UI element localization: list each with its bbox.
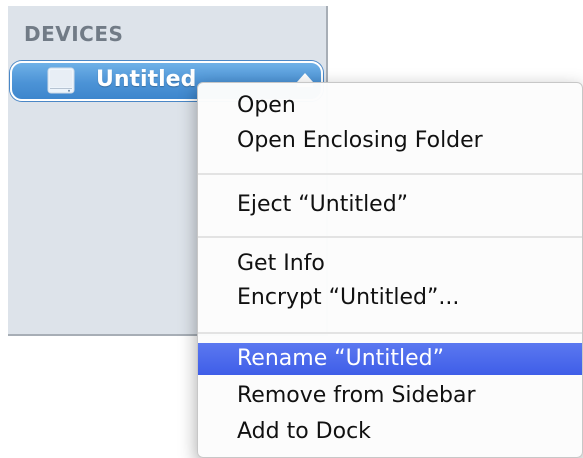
menu-item-add-to-dock[interactable]: Add to Dock	[198, 416, 582, 448]
menu-item-remove-from-sidebar[interactable]: Remove from Sidebar	[198, 380, 582, 412]
menu-item-encrypt[interactable]: Encrypt “Untitled”...	[198, 282, 582, 314]
menu-separator	[198, 236, 582, 238]
device-label: Untitled	[96, 67, 197, 92]
menu-item-eject[interactable]: Eject “Untitled”	[198, 189, 582, 221]
finder-window: DEVICES Untitled Open Open Enclosing Fol…	[0, 0, 583, 458]
menu-separator	[198, 173, 582, 175]
context-menu: Open Open Enclosing Folder Eject “Untitl…	[197, 82, 583, 458]
menu-item-open-enclosing-folder[interactable]: Open Enclosing Folder	[198, 125, 582, 157]
devices-section-header: DEVICES	[24, 22, 124, 46]
hard-drive-icon	[47, 67, 75, 94]
menu-separator	[198, 332, 582, 334]
menu-item-open[interactable]: Open	[198, 90, 582, 122]
menu-item-rename[interactable]: Rename “Untitled”	[198, 343, 582, 375]
menu-item-get-info[interactable]: Get Info	[198, 248, 582, 280]
